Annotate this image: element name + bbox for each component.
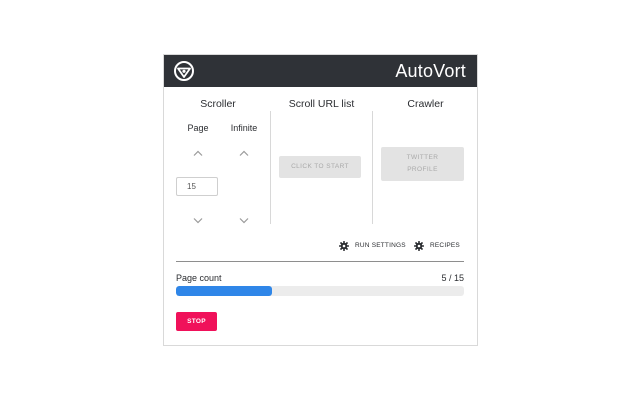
column-divider [372,111,373,224]
scroller-title: Scroller [200,98,236,110]
twitter-profile-label-line2: PROFILE [407,166,438,173]
extension-popup: AutoVort Scroller Scroll URL list Crawle… [164,55,477,345]
url-list-title: Scroll URL list [288,98,355,110]
crawler-title: Crawler [407,98,444,110]
stop-button[interactable]: STOP [176,312,217,331]
infinite-mode-label[interactable]: Infinite [224,123,264,134]
section-divider [176,261,464,262]
page-progress-bar [176,286,464,296]
infinite-decrease-chevron-down-icon[interactable] [239,217,249,224]
page-count-input[interactable] [176,177,218,196]
page-decrease-chevron-down-icon[interactable] [193,217,203,224]
click-to-start-button[interactable]: CLICK TO START [279,156,361,178]
page-mode-label[interactable]: Page [178,123,218,134]
page-increase-chevron-up-icon[interactable] [193,150,203,157]
header-bar: AutoVort [164,55,477,87]
autovort-logo-icon [174,61,194,81]
twitter-profile-button[interactable]: TWITTER PROFILE [381,147,464,181]
gear-icon[interactable] [414,241,424,251]
page-count-value: 5 / 15 [441,273,464,283]
page-count-label: Page count [176,273,222,283]
gear-icon[interactable] [339,241,349,251]
twitter-profile-label-line1: TWITTER [406,154,439,161]
brand-title: AutoVort [395,61,466,81]
infinite-increase-chevron-up-icon[interactable] [239,150,249,157]
column-divider [270,111,271,224]
recipes-link[interactable]: RECIPES [430,241,460,251]
page-progress-fill [176,286,272,296]
run-settings-link[interactable]: RUN SETTINGS [355,241,406,251]
